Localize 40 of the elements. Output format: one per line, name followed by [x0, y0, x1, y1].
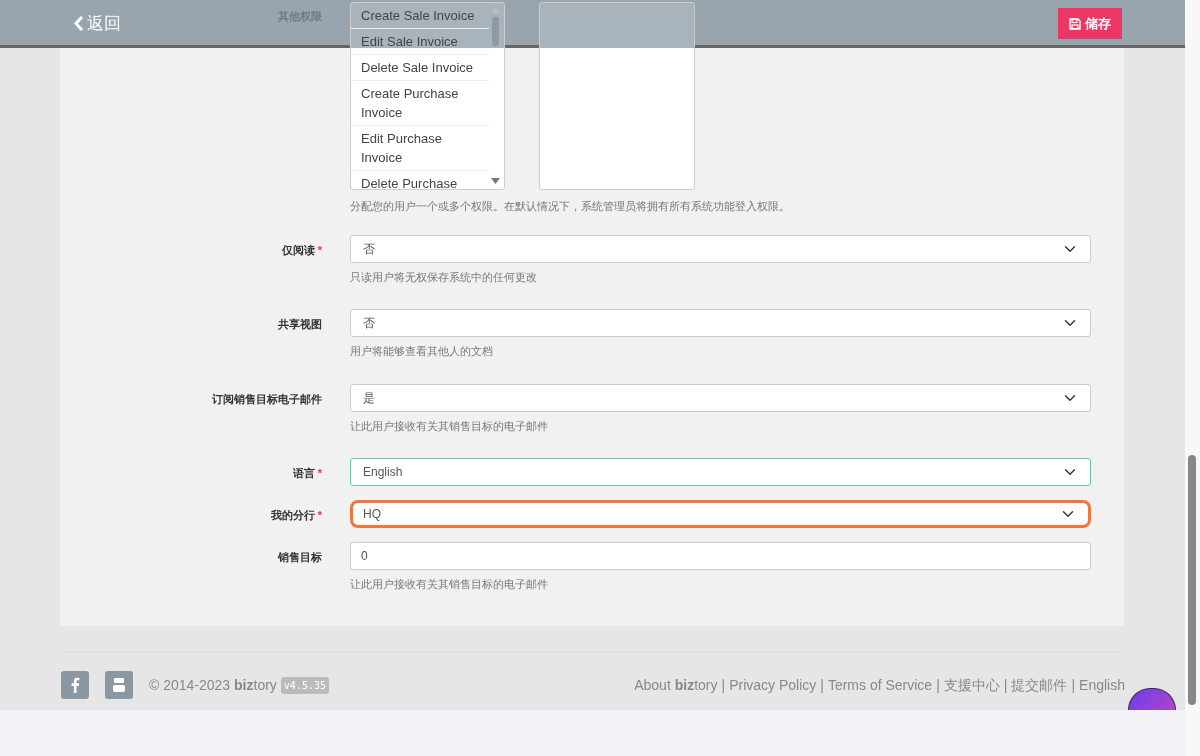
help-text: 只读用户将无权保存系统中的任何更改 [350, 269, 538, 285]
field-label: 我的分行 [270, 509, 315, 521]
field-label: 仅阅读 [281, 243, 315, 256]
version-badge: v4.5.35 [280, 676, 329, 694]
scrollbar[interactable] [1185, 0, 1200, 756]
required-mark: * [317, 509, 322, 521]
field-label: 订阅销售目标电子邮件 [212, 392, 322, 405]
separator: | [1071, 675, 1076, 695]
dropdown[interactable]: English [350, 458, 1091, 486]
permission-option[interactable]: Edit Sale Invoice [351, 29, 489, 55]
chevron-left-icon [74, 16, 84, 32]
field-label: 语言 [292, 467, 315, 479]
permissions-listbox[interactable]: Create Sale Invoice Edit Sale Invoice Delete Sale Invoice Create Purchase Invoice Edit Purchase Invoice Delete Purchase [350, 2, 505, 190]
required-mark: * [317, 467, 322, 479]
separator: | [820, 675, 824, 695]
required-mark: * [317, 243, 322, 256]
dropdown[interactable]: HQ [350, 500, 1091, 528]
help-text: 用户将能够查看其他人的文档 [350, 344, 494, 359]
field-label: 共享视图 [278, 318, 322, 330]
dropdown[interactable]: 是 [350, 383, 1091, 412]
separator: | [1003, 675, 1008, 695]
copyright-text: © 2014-2023 biztory [149, 675, 277, 695]
permission-option[interactable]: Create Sale Invoice [351, 3, 489, 29]
field-label: 销售目标 [278, 551, 322, 563]
dropdown[interactable]: 否 [350, 234, 1091, 263]
help-text: 让此用户接收有关其销售目标的电子邮件 [350, 577, 549, 592]
facebook-icon[interactable] [61, 671, 89, 699]
separator: | [936, 675, 940, 695]
help-button[interactable] [1128, 688, 1176, 710]
save-button[interactable]: 储存 [1058, 8, 1122, 39]
permission-option[interactable]: Edit Purchase Invoice [351, 126, 489, 171]
dropdown[interactable]: 否 [350, 309, 1091, 337]
permission-option[interactable]: Delete Sale Invoice [351, 55, 489, 81]
separator: | [721, 675, 726, 695]
selected-permissions-listbox[interactable] [539, 2, 695, 190]
permission-option[interactable]: Create Purchase Invoice [351, 81, 489, 126]
permission-option[interactable]: Delete Purchase [351, 171, 489, 189]
help-text: 让此用户接收有关其销售目标的电子邮件 [350, 418, 549, 434]
help-text: 分配您的用户一个或多个权限。在默认情况下，系统管理员将拥有所有系统功能登入权限。 [350, 199, 790, 214]
input-field[interactable]: 0 [350, 542, 1091, 570]
